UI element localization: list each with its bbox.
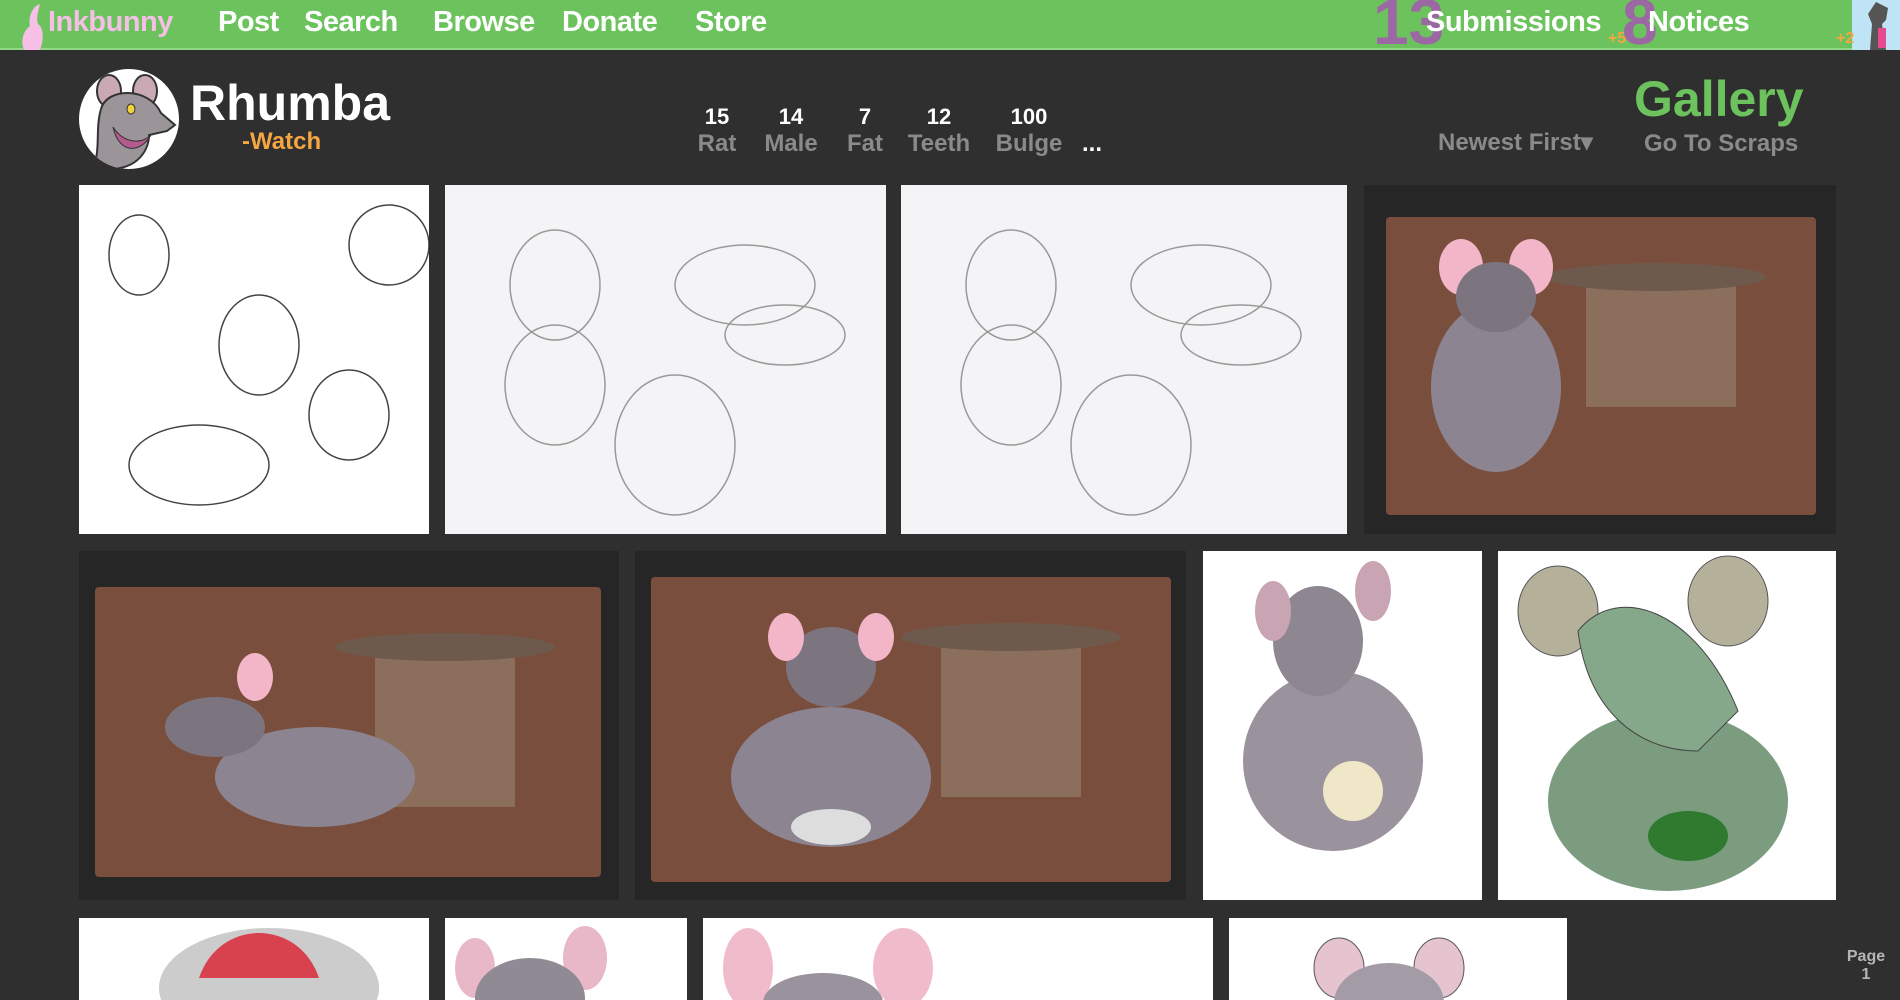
gallery-thumbnail[interactable] bbox=[1498, 551, 1836, 900]
inkbunny-logo-link[interactable]: Inkbunny bbox=[48, 6, 173, 39]
tag-count: 15 bbox=[704, 104, 730, 129]
rat-painting-icon bbox=[1431, 239, 1766, 472]
user-avatar[interactable] bbox=[1852, 0, 1900, 50]
profile-username: Rhumba bbox=[190, 75, 390, 131]
nav-search[interactable]: Search bbox=[304, 6, 398, 39]
painted-scene bbox=[95, 587, 601, 877]
tag-male[interactable]: 14 Male bbox=[751, 104, 831, 158]
tag-label: Male bbox=[764, 130, 818, 157]
tag-fat[interactable]: 7 Fat bbox=[825, 104, 905, 158]
page-number[interactable]: 1 bbox=[1846, 966, 1886, 984]
tag-count: 100 bbox=[1010, 104, 1048, 129]
tag-label: Fat bbox=[847, 130, 883, 157]
gallery-thumbnail[interactable] bbox=[445, 918, 687, 1000]
gallery-thumbnail[interactable] bbox=[1229, 918, 1567, 1000]
artwork-preview-icon bbox=[1313, 937, 1465, 1000]
rat-avatar-icon bbox=[91, 74, 177, 169]
rat-painting-icon bbox=[731, 613, 1121, 847]
nav-store[interactable]: Store bbox=[695, 6, 767, 39]
tag-count: 12 bbox=[926, 104, 952, 129]
gallery-thumbnail[interactable] bbox=[445, 185, 886, 534]
rat-painting-icon bbox=[165, 633, 555, 827]
go-to-scraps-link[interactable]: Go To Scraps bbox=[1644, 130, 1798, 158]
gallery-title: Gallery bbox=[1634, 71, 1804, 127]
artwork-preview-icon bbox=[159, 928, 379, 1000]
painted-scene bbox=[1386, 217, 1816, 515]
gallery-thumbnail[interactable] bbox=[79, 185, 429, 534]
gallery-thumbnail[interactable] bbox=[635, 551, 1186, 900]
pencil-sketch-icon bbox=[960, 229, 1302, 516]
gallery-thumbnail[interactable] bbox=[1364, 185, 1836, 534]
tag-bulge[interactable]: 100 Bulge bbox=[989, 104, 1069, 158]
tag-label: Bulge bbox=[995, 130, 1063, 157]
gallery-thumbnail[interactable] bbox=[79, 551, 619, 900]
gallery-thumbnail[interactable] bbox=[901, 185, 1347, 534]
tag-rat[interactable]: 15 Rat bbox=[677, 104, 757, 158]
sketch-artwork-icon bbox=[108, 204, 429, 506]
wolf-avatar-icon bbox=[1868, 2, 1888, 50]
sort-dropdown[interactable]: Newest First▾ bbox=[1438, 128, 1593, 157]
tag-teeth[interactable]: 12 Teeth bbox=[899, 104, 979, 158]
nav-notices[interactable]: Notices bbox=[1648, 6, 1750, 39]
rat-sketch-icon bbox=[1243, 561, 1423, 851]
nav-browse[interactable]: Browse bbox=[433, 6, 535, 39]
painted-scene bbox=[651, 577, 1171, 882]
gallery-thumbnail[interactable] bbox=[79, 918, 429, 1000]
user-plus-badge: +2 bbox=[1836, 30, 1855, 47]
nav-donate[interactable]: Donate bbox=[562, 6, 658, 39]
gallery-thumbnail[interactable] bbox=[1203, 551, 1482, 900]
tag-label: Teeth bbox=[907, 130, 971, 157]
artwork-preview-icon bbox=[723, 928, 933, 1000]
page-label: Page bbox=[1846, 948, 1886, 965]
tag-label: Rat bbox=[697, 130, 737, 157]
artwork-preview-icon bbox=[455, 926, 607, 1000]
green-rat-icon bbox=[1517, 555, 1788, 891]
tag-count: 7 bbox=[858, 104, 872, 129]
more-tags-button[interactable]: ... bbox=[1082, 130, 1102, 158]
nav-submissions[interactable]: Submissions bbox=[1426, 6, 1602, 39]
gallery-thumbnail[interactable] bbox=[703, 918, 1213, 1000]
watch-button[interactable]: -Watch bbox=[242, 128, 321, 156]
pencil-sketch-icon bbox=[504, 229, 846, 516]
top-navigation-bar: Inkbunny Post Search Browse Donate Store… bbox=[0, 0, 1900, 54]
bunny-logo-icon bbox=[22, 4, 43, 50]
tag-count: 14 bbox=[778, 104, 804, 129]
profile-avatar[interactable] bbox=[79, 69, 179, 169]
pagination: Page 1 bbox=[1846, 948, 1886, 984]
nav-post[interactable]: Post bbox=[218, 6, 279, 39]
